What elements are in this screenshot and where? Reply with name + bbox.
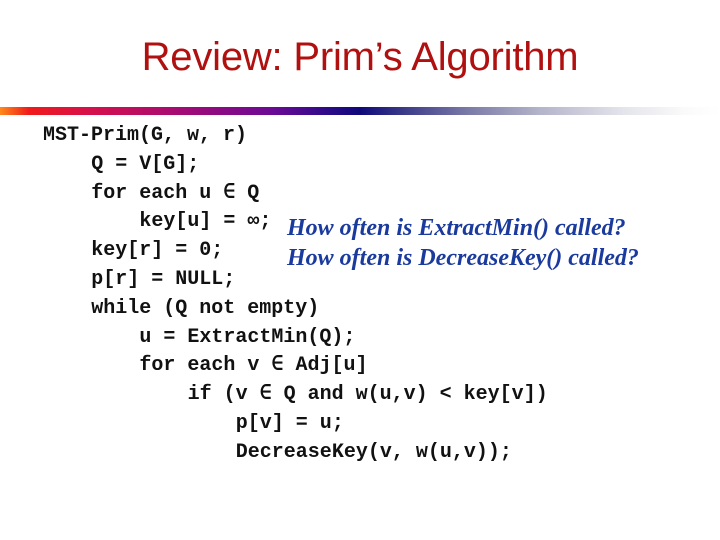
code-line-decrease-key: DecreaseKey(v, w(u,v)); bbox=[235, 440, 512, 464]
code-line-key-root: key[r] = 0; bbox=[91, 239, 224, 263]
code-line-extract-min: u = ExtractMin(Q); bbox=[139, 325, 356, 349]
code-line-set-parent: p[v] = u; bbox=[235, 412, 344, 435]
code-line-signature: MST-Prim(G, w, r) bbox=[43, 124, 248, 147]
slide: Review: Prim’s Algorithm MST-Prim(G, w, … bbox=[0, 0, 720, 540]
code-line-if-condition: if (v ∈ Q and w(u,v) < key[v]) bbox=[187, 383, 548, 407]
code-line-while: while (Q not empty) bbox=[91, 296, 320, 320]
code-line-for-each-v: for each v ∈ Adj[u] bbox=[139, 354, 368, 378]
slide-title: Review: Prim’s Algorithm bbox=[141, 35, 579, 79]
question-extract-min: How often is ExtractMin() called? bbox=[287, 215, 626, 241]
code-line-key-infinity: key[u] = ∞; bbox=[139, 210, 272, 234]
code-line-init-queue: Q = V[G]; bbox=[91, 152, 200, 176]
title-gradient-divider bbox=[0, 107, 720, 115]
question-decrease-key: How often is DecreaseKey() called? bbox=[287, 245, 639, 271]
code-line-parent-root: p[r] = NULL; bbox=[91, 268, 236, 291]
code-line-for-each-u: for each u ∈ Q bbox=[91, 181, 260, 205]
